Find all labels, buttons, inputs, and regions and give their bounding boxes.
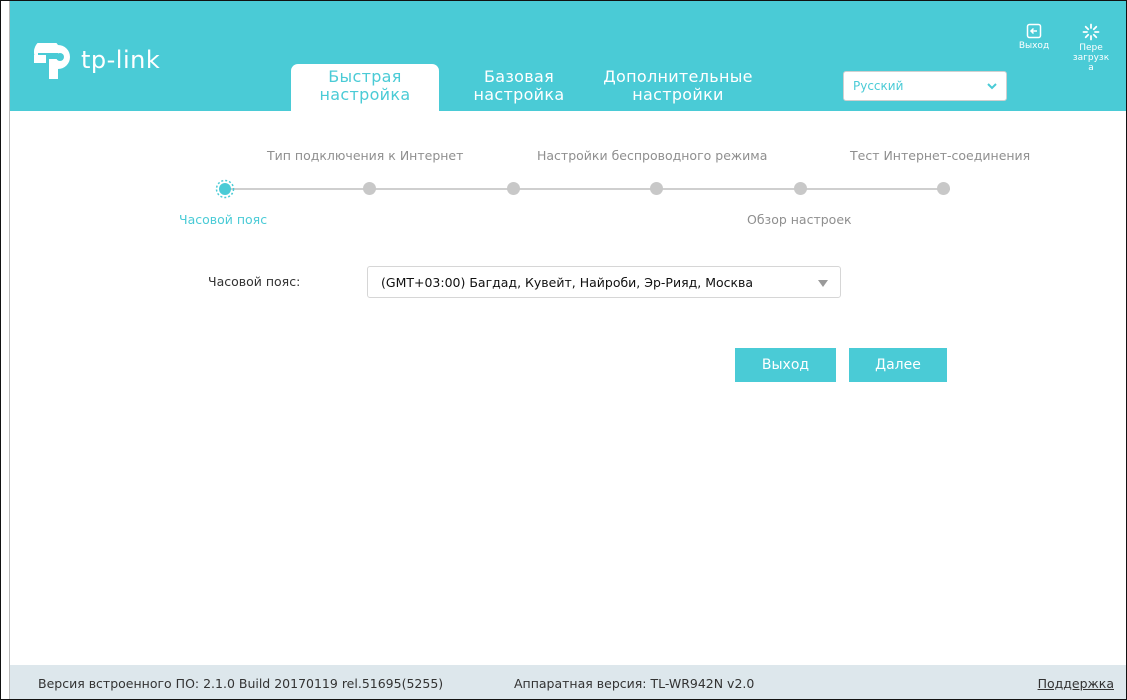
step-label-connection-type: Тип подключения к Интернет bbox=[267, 148, 464, 163]
tab-label-line2: настройки bbox=[632, 85, 724, 104]
hardware-version: Аппаратная версия: TL-WR942N v2.0 bbox=[514, 676, 755, 691]
tab-label-line1: Базовая bbox=[483, 67, 555, 86]
step-label-summary: Обзор настроек bbox=[747, 212, 852, 227]
timezone-label: Часовой пояс: bbox=[208, 274, 301, 289]
support-link[interactable]: Поддержка bbox=[1038, 676, 1114, 691]
step-label-internet-test: Тест Интернет-соединения bbox=[850, 148, 1031, 163]
language-select[interactable]: Русский bbox=[843, 71, 1007, 101]
step-label-timezone: Часовой пояс bbox=[179, 212, 268, 227]
step-dot-active bbox=[215, 179, 235, 199]
wizard-progress-line bbox=[228, 188, 950, 190]
step-dot bbox=[650, 182, 663, 195]
step-dot bbox=[507, 182, 520, 195]
chevron-down-icon bbox=[987, 83, 997, 90]
exit-button[interactable]: Выход bbox=[735, 348, 836, 382]
tab-label-line1: Дополнительные bbox=[603, 67, 753, 86]
step-dot bbox=[363, 182, 376, 195]
footer-bar: Версия встроенного ПО: 2.1.0 Build 20170… bbox=[10, 665, 1126, 699]
main-content: Тип подключения к Интернет Настройки бес… bbox=[10, 111, 1126, 665]
tp-link-logo-icon bbox=[34, 43, 70, 79]
firmware-version: Версия встроенного ПО: 2.1.0 Build 20170… bbox=[38, 676, 444, 691]
tab-quick-setup[interactable]: Быстрая настройка bbox=[291, 64, 439, 111]
tab-basic-setup[interactable]: Базовая настройка bbox=[464, 64, 574, 111]
tab-advanced-setup[interactable]: Дополнительные настройки bbox=[588, 64, 768, 111]
timezone-select[interactable]: (GMT+03:00) Багдад, Кувейт, Найроби, Эр-… bbox=[367, 266, 841, 298]
step-dot bbox=[937, 182, 950, 195]
logout-icon bbox=[1026, 23, 1042, 39]
caret-down-icon bbox=[818, 280, 828, 287]
tab-label-line2: настройка bbox=[473, 85, 565, 104]
tab-label-line1: Быстрая bbox=[328, 67, 402, 86]
tp-link-logo[interactable]: tp-link bbox=[34, 43, 194, 79]
timezone-value: (GMT+03:00) Багдад, Кувейт, Найроби, Эр-… bbox=[381, 275, 754, 290]
left-edge bbox=[1, 1, 10, 699]
logo-text: tp-link bbox=[81, 46, 161, 74]
logout-button[interactable]: Выход bbox=[1014, 23, 1054, 51]
router-admin-window: tp-link Быстрая настройка Базовая настро… bbox=[0, 0, 1127, 700]
reboot-label: Пере загрузк а bbox=[1072, 43, 1110, 73]
logout-label: Выход bbox=[1018, 41, 1050, 51]
language-value: Русский bbox=[853, 79, 904, 93]
reboot-icon bbox=[1082, 23, 1100, 41]
step-label-wireless: Настройки беспроводного режима bbox=[537, 148, 768, 163]
step-dot bbox=[794, 182, 807, 195]
tab-label-line2: настройка bbox=[319, 85, 411, 104]
header-bar: tp-link Быстрая настройка Базовая настро… bbox=[10, 1, 1126, 111]
next-button[interactable]: Далее bbox=[849, 348, 947, 382]
reboot-button[interactable]: Пере загрузк а bbox=[1072, 23, 1110, 73]
